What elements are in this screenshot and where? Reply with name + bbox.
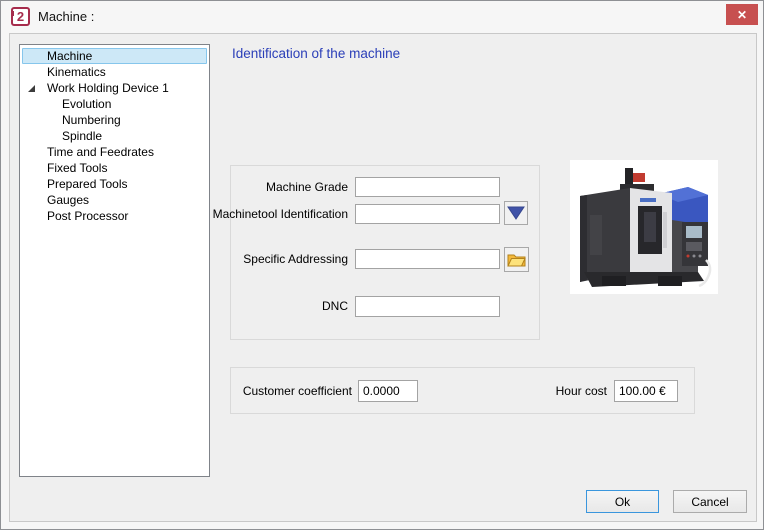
- tree-item-label: Spindle: [62, 129, 103, 143]
- settings-tree: Machine Kinematics Work Holding Device 1…: [19, 44, 210, 477]
- tree-item-spindle[interactable]: Spindle: [20, 128, 209, 144]
- tree-item-gauges[interactable]: Gauges: [20, 192, 209, 208]
- tree-item-label: Machine: [47, 49, 93, 63]
- customer-coefficient-input[interactable]: [358, 380, 418, 402]
- tree-item-label: Gauges: [47, 193, 90, 207]
- ok-button[interactable]: Ok: [586, 490, 659, 513]
- dropdown-arrow-icon: [507, 206, 525, 220]
- machinetool-identification-input[interactable]: [355, 204, 500, 224]
- dialog-content-panel: Machine Kinematics Work Holding Device 1…: [9, 33, 757, 522]
- open-folder-icon: [507, 254, 526, 267]
- close-icon[interactable]: ✕: [726, 4, 758, 25]
- tree-item-machine[interactable]: Machine: [20, 48, 209, 64]
- tree-expander-icon[interactable]: [28, 85, 35, 92]
- tree-item-label: Post Processor: [47, 209, 129, 223]
- machinetool-identification-dropdown-button[interactable]: [504, 201, 528, 225]
- tree-item-label: Time and Feedrates: [47, 145, 154, 159]
- tree-item-label: Kinematics: [47, 65, 106, 79]
- tree-item-label: Evolution: [62, 97, 112, 111]
- customer-coefficient-label: Customer coefficient: [242, 384, 352, 398]
- dnc-input[interactable]: [355, 296, 500, 317]
- cnc-machine-illustration: [570, 160, 718, 294]
- machine-grade-input[interactable]: [355, 177, 500, 197]
- tree-item-post-processor[interactable]: Post Processor: [20, 208, 209, 224]
- tree-item-numbering[interactable]: Numbering: [20, 112, 209, 128]
- cancel-button[interactable]: Cancel: [673, 490, 747, 513]
- tree-item-kinematics[interactable]: Kinematics: [20, 64, 209, 80]
- hour-cost-label: Hour cost: [555, 384, 607, 398]
- specific-addressing-input[interactable]: [355, 249, 500, 269]
- app-logo-icon: 2: [11, 7, 30, 26]
- hour-cost-input[interactable]: [614, 380, 678, 402]
- titlebar: 2 Machine : ✕: [1, 1, 763, 32]
- tree-item-label: Numbering: [62, 113, 121, 127]
- specific-addressing-browse-button[interactable]: [504, 247, 529, 272]
- tree-item-label: Work Holding Device 1: [47, 81, 169, 95]
- machine-grade-label: Machine Grade: [265, 180, 348, 194]
- machinetool-identification-label: Machinetool Identification: [212, 207, 348, 221]
- tree-item-prepared-tools[interactable]: Prepared Tools: [20, 176, 209, 192]
- tree-item-work-holding-device-1[interactable]: Work Holding Device 1: [20, 80, 209, 96]
- page-title: Identification of the machine: [232, 46, 401, 61]
- tree-item-time-and-feedrates[interactable]: Time and Feedrates: [20, 144, 209, 160]
- tree-item-label: Prepared Tools: [47, 177, 128, 191]
- tree-item-label: Fixed Tools: [47, 161, 108, 175]
- tree-item-fixed-tools[interactable]: Fixed Tools: [20, 160, 209, 176]
- specific-addressing-label: Specific Addressing: [243, 252, 348, 266]
- dnc-label: DNC: [322, 299, 348, 313]
- machine-dialog-window: 2 Machine : ✕ Machine Kinematics Work Ho…: [0, 0, 764, 530]
- tree-item-evolution[interactable]: Evolution: [20, 96, 209, 112]
- machine-photo: [570, 160, 718, 294]
- window-title: Machine :: [38, 9, 95, 24]
